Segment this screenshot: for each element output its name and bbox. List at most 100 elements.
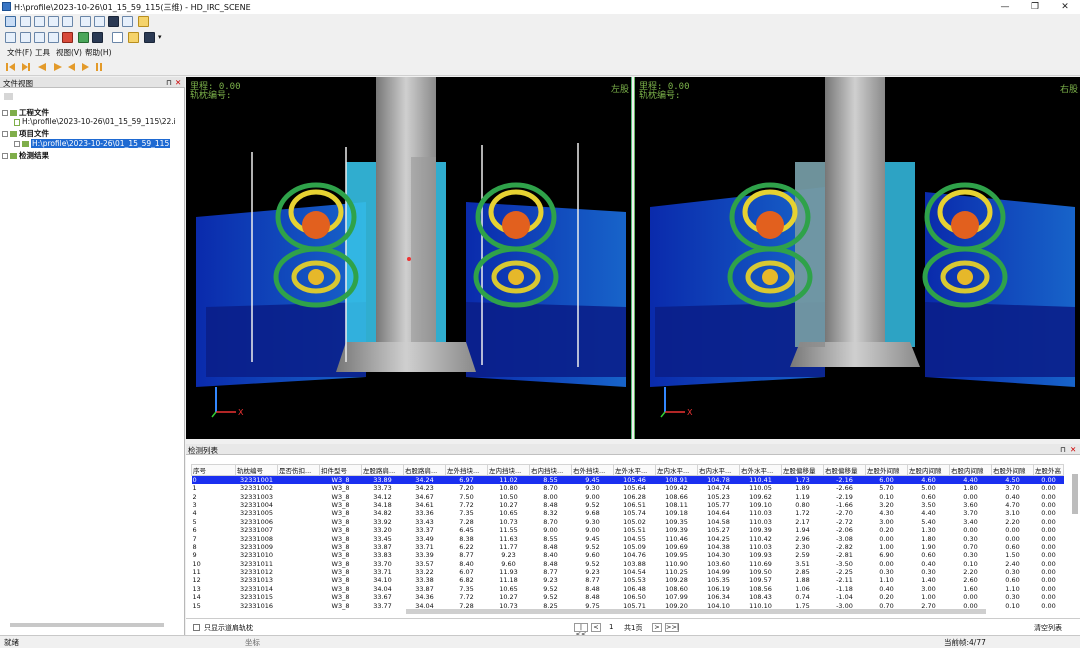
list-vertical-scrollbar[interactable] xyxy=(1072,474,1078,514)
last-page-button[interactable]: >>| xyxy=(665,623,679,632)
table-row[interactable]: 11 32331012 W3_8 33.71 33.22 6.07 11.93 8.77 9.2… xyxy=(192,568,1064,576)
file-view-scrollbar[interactable] xyxy=(10,623,164,627)
measure2-icon[interactable] xyxy=(48,32,59,43)
table-row[interactable]: 7 32331008 W3_8 33.45 33.49 8.38 11.63 8.55 9.45… xyxy=(192,534,1064,543)
pin-icon[interactable]: ⊓ xyxy=(166,78,172,87)
table-row[interactable]: 0 32331001 W3_8 33.89 34.24 6.97 11.02 8.55 9.45… xyxy=(191,475,1064,484)
table-row[interactable]: 3 32331004 W3_8 34.18 34.61 7.72 10.27 8.48 9.52… xyxy=(192,501,1064,509)
axis-icon[interactable] xyxy=(20,32,31,43)
open-folder-icon[interactable] xyxy=(128,32,139,43)
split-icon[interactable] xyxy=(138,16,149,27)
tree-node-project-path[interactable]: H:\profile\2023-10-26\01_15_59_115\22.i xyxy=(14,117,176,126)
first-frame-icon[interactable] xyxy=(6,63,15,71)
list-horizontal-scrollbar[interactable] xyxy=(406,609,986,614)
column-header[interactable]: 左股外间隙 xyxy=(865,464,908,476)
table-cell: W3_8 xyxy=(331,534,350,543)
last-frame-icon[interactable] xyxy=(22,63,30,71)
column-header[interactable]: 轨枕编号 xyxy=(235,464,278,476)
panel-close-icon[interactable]: ✕ xyxy=(175,78,181,87)
column-header[interactable]: 扣件型号 xyxy=(319,464,362,476)
list-pin-icon[interactable]: ⊓ xyxy=(1060,445,1066,454)
menu-tools[interactable]: 工具 xyxy=(35,47,50,58)
save-file-icon[interactable] xyxy=(144,32,155,43)
clear-list-button[interactable]: 清空列表 xyxy=(1034,623,1062,633)
column-header[interactable]: 右股外间隙 xyxy=(991,464,1034,476)
export-icon[interactable] xyxy=(78,32,89,43)
table-cell: 106.51 xyxy=(623,500,646,509)
column-header[interactable]: 左股外高 xyxy=(1033,464,1064,476)
play-icon[interactable] xyxy=(82,63,89,71)
menu-file[interactable]: 文件(F) xyxy=(7,47,32,58)
dropdown-arrow-icon[interactable]: ▾ xyxy=(158,33,162,41)
column-header[interactable]: 左内水平... xyxy=(655,464,698,476)
current-page[interactable]: 1 xyxy=(609,623,613,631)
close-button[interactable]: ✕ xyxy=(1050,0,1080,14)
view-top-icon[interactable] xyxy=(62,16,73,27)
column-header[interactable]: 序号 xyxy=(191,464,236,476)
table-row[interactable]: 6 32331007 W3_8 33.20 33.37 6.45 11.55 9.00 9.00… xyxy=(192,526,1064,534)
menu-view[interactable]: 视图(V) xyxy=(56,47,82,58)
column-header[interactable]: 左外水平... xyxy=(613,464,656,476)
table-cell: 104.38 xyxy=(707,542,730,551)
show-abnormal-checkbox[interactable] xyxy=(193,624,200,631)
column-header[interactable]: 右外挡块... xyxy=(571,464,614,476)
table-cell: 6 xyxy=(192,526,197,535)
measure-icon[interactable] xyxy=(34,32,45,43)
clear-icon[interactable] xyxy=(62,32,73,43)
table-cell: 33.77 xyxy=(373,601,392,610)
step-back-icon[interactable] xyxy=(38,63,46,71)
left-3d-view[interactable]: X 里程: 0.00 轨枕编号: 左股 xyxy=(186,77,632,439)
next-page-button[interactable]: > xyxy=(652,623,662,632)
table-row[interactable]: 12 32331013 W3_8 34.10 33.38 6.82 11.18 9.23 8.7… xyxy=(192,576,1064,584)
list-close-icon[interactable]: ✕ xyxy=(1070,445,1076,454)
table-row[interactable]: 14 32331015 W3_8 33.67 34.36 7.72 10.27 9.52 8.4… xyxy=(192,593,1064,601)
first-page-button[interactable]: |<< xyxy=(574,623,588,638)
table-row[interactable]: 8 32331009 W3_8 33.87 33.71 6.22 11.77 8.48 9.52… xyxy=(192,543,1064,551)
view-front-icon[interactable] xyxy=(34,16,45,27)
table-cell xyxy=(278,509,320,517)
table-row[interactable]: 1 32331002 W3_8 33.73 34.23 7.20 10.80 8.70 9.30… xyxy=(192,484,1064,492)
table-row[interactable]: 9 32331010 W3_8 33.83 33.39 8.77 9.23 8.40 9.60 1… xyxy=(192,551,1064,559)
menu-help[interactable]: 帮助(H) xyxy=(85,47,112,58)
column-header[interactable]: 左外挡块... xyxy=(445,464,488,476)
maximize-button[interactable]: ❐ xyxy=(1020,0,1050,14)
table-row[interactable]: 2 32331003 W3_8 34.12 34.67 7.50 10.50 8.00 9.00… xyxy=(192,492,1064,501)
zoom-icon[interactable] xyxy=(20,16,31,27)
column-header[interactable]: 右股内间隙 xyxy=(949,464,992,476)
minimize-button[interactable]: — xyxy=(990,0,1020,14)
table-row[interactable]: 4 32331005 W3_8 34.82 33.36 7.35 10.65 8.32 9.68… xyxy=(192,509,1064,517)
table-cell: W3_8 xyxy=(319,475,362,484)
grid-icon[interactable] xyxy=(80,16,91,27)
play-back-icon[interactable] xyxy=(68,63,75,71)
grid-large-icon[interactable] xyxy=(94,16,105,27)
mesh-icon[interactable] xyxy=(108,16,119,27)
column-header[interactable]: 左股内间隙 xyxy=(907,464,950,476)
tree-node-item-file[interactable]: 项目文件 xyxy=(2,128,49,139)
column-header[interactable]: 右内水平... xyxy=(697,464,740,476)
column-header[interactable]: 左股路肩... xyxy=(361,464,404,476)
column-header[interactable]: 右内挡块... xyxy=(529,464,572,476)
tree-node-item-path[interactable]: H:\profile\2023-10-26\01_15_59_115 xyxy=(14,139,171,148)
step-forward-icon[interactable] xyxy=(54,63,62,71)
right-3d-view[interactable]: X 里程: 0.00 轨枕编号: 右股 xyxy=(634,77,1080,439)
table-row[interactable]: 10 32331011 W3_8 33.70 33.57 8.40 9.60 8.48 9.52… xyxy=(192,560,1064,568)
table-cell: 33.87 xyxy=(415,584,434,593)
points-icon[interactable] xyxy=(5,32,16,43)
column-header[interactable]: 右外水平... xyxy=(739,464,782,476)
column-header[interactable]: 右股路肩... xyxy=(403,464,446,476)
pause-icon[interactable] xyxy=(96,63,98,71)
select-icon[interactable] xyxy=(5,16,16,27)
rotate-icon[interactable] xyxy=(122,16,133,27)
new-file-icon[interactable] xyxy=(112,32,123,43)
table-row[interactable]: 5 32331006 W3_8 33.92 33.43 7.28 10.73 8.70 9.30… xyxy=(192,518,1064,526)
column-header[interactable]: 是否伤扣... xyxy=(277,464,320,476)
column-header[interactable]: 左内挡块... xyxy=(487,464,530,476)
column-header[interactable]: 右股偏移量 xyxy=(823,464,866,476)
tree-node-results[interactable]: 检测结果 xyxy=(2,150,49,161)
view-side-icon[interactable] xyxy=(48,16,59,27)
prev-page-button[interactable]: < xyxy=(591,623,601,632)
table-row[interactable]: 13 32331014 W3_8 34.04 33.87 7.35 10.65 9.52 8.4… xyxy=(192,585,1064,593)
save-icon[interactable] xyxy=(92,32,103,43)
column-header[interactable]: 左股偏移量 xyxy=(781,464,824,476)
table-cell: 10.80 xyxy=(499,484,518,493)
